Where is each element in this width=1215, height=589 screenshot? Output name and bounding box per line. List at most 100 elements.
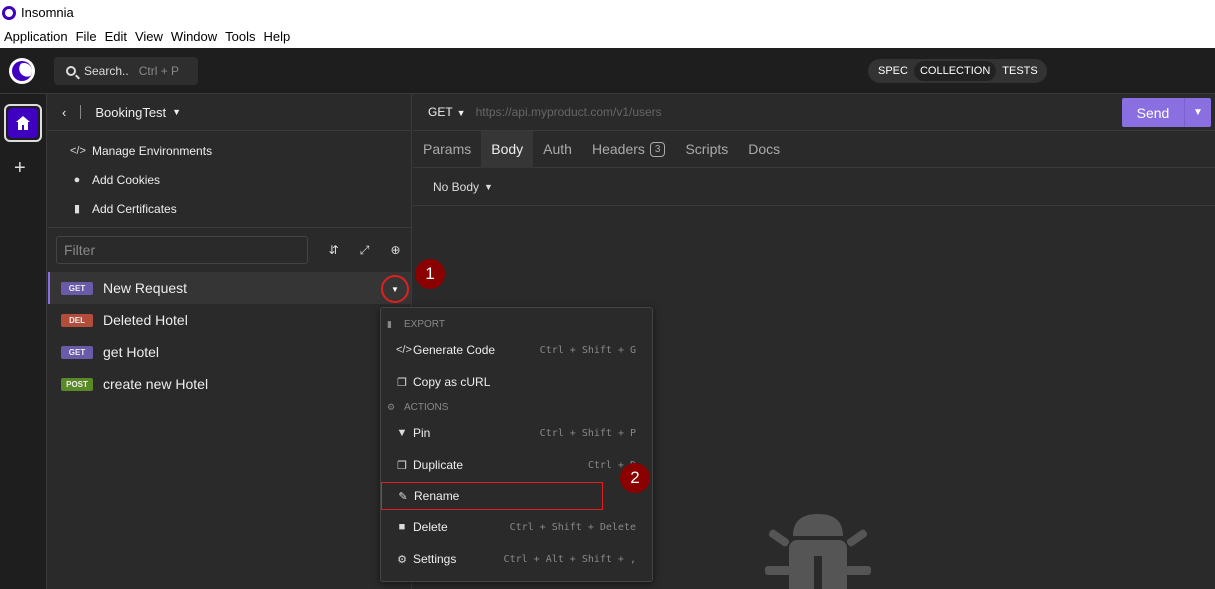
menu-file[interactable]: File (72, 29, 101, 44)
tab-auth[interactable]: Auth (533, 131, 582, 168)
request-name: create new Hotel (103, 376, 209, 392)
menu-item-label: Generate Code (413, 343, 496, 357)
insomnia-home-logo-icon[interactable] (9, 58, 35, 84)
copy-icon: ❐ (397, 376, 407, 389)
tab-headers[interactable]: Headers 3 (582, 131, 675, 168)
back-chevron-icon[interactable]: ‹ (62, 105, 66, 120)
window-title: Insomnia (21, 5, 74, 20)
url-input[interactable]: https://api.myproduct.com/v1/users (476, 105, 662, 119)
filter-input[interactable]: Filter (56, 236, 308, 264)
filter-row: Filter ⇵ ⤢ ⊕ (48, 228, 411, 272)
url-bar: GET ▼ https://api.myproduct.com/v1/users … (413, 94, 1215, 131)
menu-tools[interactable]: Tools (221, 29, 259, 44)
tab-tests[interactable]: TESTS (996, 61, 1043, 81)
search-button[interactable]: Search.. Ctrl + P (54, 57, 198, 85)
export-icon: ▮ (387, 319, 392, 329)
menu-edit[interactable]: Edit (101, 29, 131, 44)
tab-docs[interactable]: Docs (738, 131, 790, 168)
search-shortcut: Ctrl + P (138, 64, 180, 78)
trash-icon: ■ (398, 521, 406, 533)
menu-item-pin[interactable]: ▼ Pin Ctrl + Shift + P (381, 419, 652, 447)
menu-item-label: Rename (414, 489, 460, 503)
menu-view[interactable]: View (131, 29, 167, 44)
body-mode-select[interactable]: No Body ▼ (413, 168, 1215, 206)
sidebar: ‹ BookingTest ▼ </> Manage Environments … (48, 94, 412, 589)
add-circle-icon[interactable]: ⊕ (380, 243, 411, 257)
code-icon: </> (70, 144, 86, 157)
search-label: Search.. (84, 64, 129, 78)
send-label: Send (1136, 104, 1170, 121)
menu-item-duplicate[interactable]: ❐ Duplicate Ctrl + D (381, 451, 652, 479)
tab-params[interactable]: Params (413, 131, 481, 168)
request-item-new-request[interactable]: GET New Request ▼ (48, 272, 411, 304)
project-name[interactable]: BookingTest (95, 105, 166, 120)
add-cookies-label: Add Cookies (92, 172, 161, 187)
menu-item-shortcut: Ctrl + Shift + Delete (509, 521, 636, 533)
method-badge: GET (61, 281, 93, 295)
bug-icon (765, 514, 871, 589)
add-cookies-link[interactable]: ● Add Cookies (48, 165, 411, 194)
send-button[interactable]: Send ▼ (1122, 98, 1211, 127)
headers-count-badge: 3 (649, 141, 666, 157)
request-tabs: Params Body Auth Headers 3 Scripts Docs (413, 130, 1215, 168)
menu-window[interactable]: Window (167, 29, 221, 44)
tab-headers-label: Headers (591, 141, 645, 157)
view-mode-switch: SPEC COLLECTION TESTS (868, 59, 1047, 83)
menu-item-shortcut: Ctrl + Shift + G (539, 344, 636, 356)
insomnia-logo-icon (2, 5, 16, 20)
chevron-down-icon: ▼ (484, 181, 493, 192)
gear-icon: ⚙ (387, 402, 396, 412)
menu-item-generate-code[interactable]: </> Generate Code Ctrl + Shift + G (381, 336, 652, 364)
title-bar: Insomnia (0, 0, 1215, 25)
gear-icon: ⚙ (397, 553, 407, 566)
menu-item-copy-as-curl[interactable]: ❐ Copy as cURL (381, 368, 652, 396)
divider (80, 105, 82, 119)
request-item-create-new-hotel[interactable]: POST create new Hotel (48, 368, 411, 400)
tab-body[interactable]: Body (481, 130, 534, 168)
home-button[interactable] (4, 104, 42, 142)
method-badge: DEL (61, 313, 93, 327)
tab-spec[interactable]: SPEC (872, 61, 914, 81)
menu-item-delete[interactable]: ■ Delete Ctrl + Shift + Delete (381, 513, 652, 541)
copy-icon: ❐ (397, 459, 407, 472)
body-mode-label: No Body (433, 179, 480, 194)
menu-item-label: Settings (413, 552, 457, 566)
edit-icon: ✎ (398, 490, 408, 503)
project-header: ‹ BookingTest ▼ (48, 94, 411, 131)
menu-item-label: Copy as cURL (413, 375, 491, 389)
menu-item-rename[interactable]: ✎ Rename (381, 482, 603, 510)
certificate-icon: ▮ (73, 203, 81, 215)
menu-item-settings[interactable]: ⚙ Settings Ctrl + Alt + Shift + , (381, 545, 652, 573)
actions-section-label: ACTIONS (404, 402, 449, 413)
actions-section-header: ⚙ ACTIONS (387, 402, 448, 413)
chevron-down-icon[interactable]: ▼ (172, 107, 181, 117)
menu-item-shortcut: Ctrl + Alt + Shift + , (503, 553, 636, 565)
sidebar-links: </> Manage Environments ● Add Cookies ▮ … (48, 131, 411, 228)
request-item-deleted-hotel[interactable]: DEL Deleted Hotel (48, 304, 411, 336)
menu-application[interactable]: Application (0, 29, 72, 44)
menu-item-label: Pin (413, 426, 431, 440)
export-section-label: EXPORT (404, 319, 445, 330)
step-marker-1: 1 (415, 259, 445, 289)
manage-environments-label: Manage Environments (92, 143, 213, 158)
menu-item-shortcut: Ctrl + Shift + P (539, 427, 636, 439)
request-name: New Request (103, 280, 188, 296)
request-name: Deleted Hotel (103, 312, 188, 328)
home-icon (16, 116, 30, 130)
add-certificates-link[interactable]: ▮ Add Certificates (48, 194, 411, 223)
code-icon: </> (396, 344, 412, 356)
tab-collection[interactable]: COLLECTION (913, 61, 997, 81)
tab-scripts[interactable]: Scripts (675, 131, 738, 168)
cookie-icon: ● (73, 173, 81, 186)
chevron-down-icon: ▼ (456, 108, 466, 118)
request-dropdown-icon[interactable]: ▼ (381, 275, 409, 303)
menu-help[interactable]: Help (260, 29, 295, 44)
menu-bar: Application File Edit View Window Tools … (0, 25, 1215, 48)
add-project-icon[interactable]: + (14, 158, 26, 178)
sort-icon[interactable]: ⇵ (318, 243, 349, 257)
manage-environments-link[interactable]: </> Manage Environments (48, 136, 411, 165)
send-options-chevron-icon[interactable]: ▼ (1185, 107, 1211, 118)
expand-icon[interactable]: ⤢ (349, 243, 380, 258)
method-select[interactable]: GET ▼ (428, 105, 466, 119)
request-item-get-hotel[interactable]: GET get Hotel (48, 336, 411, 368)
